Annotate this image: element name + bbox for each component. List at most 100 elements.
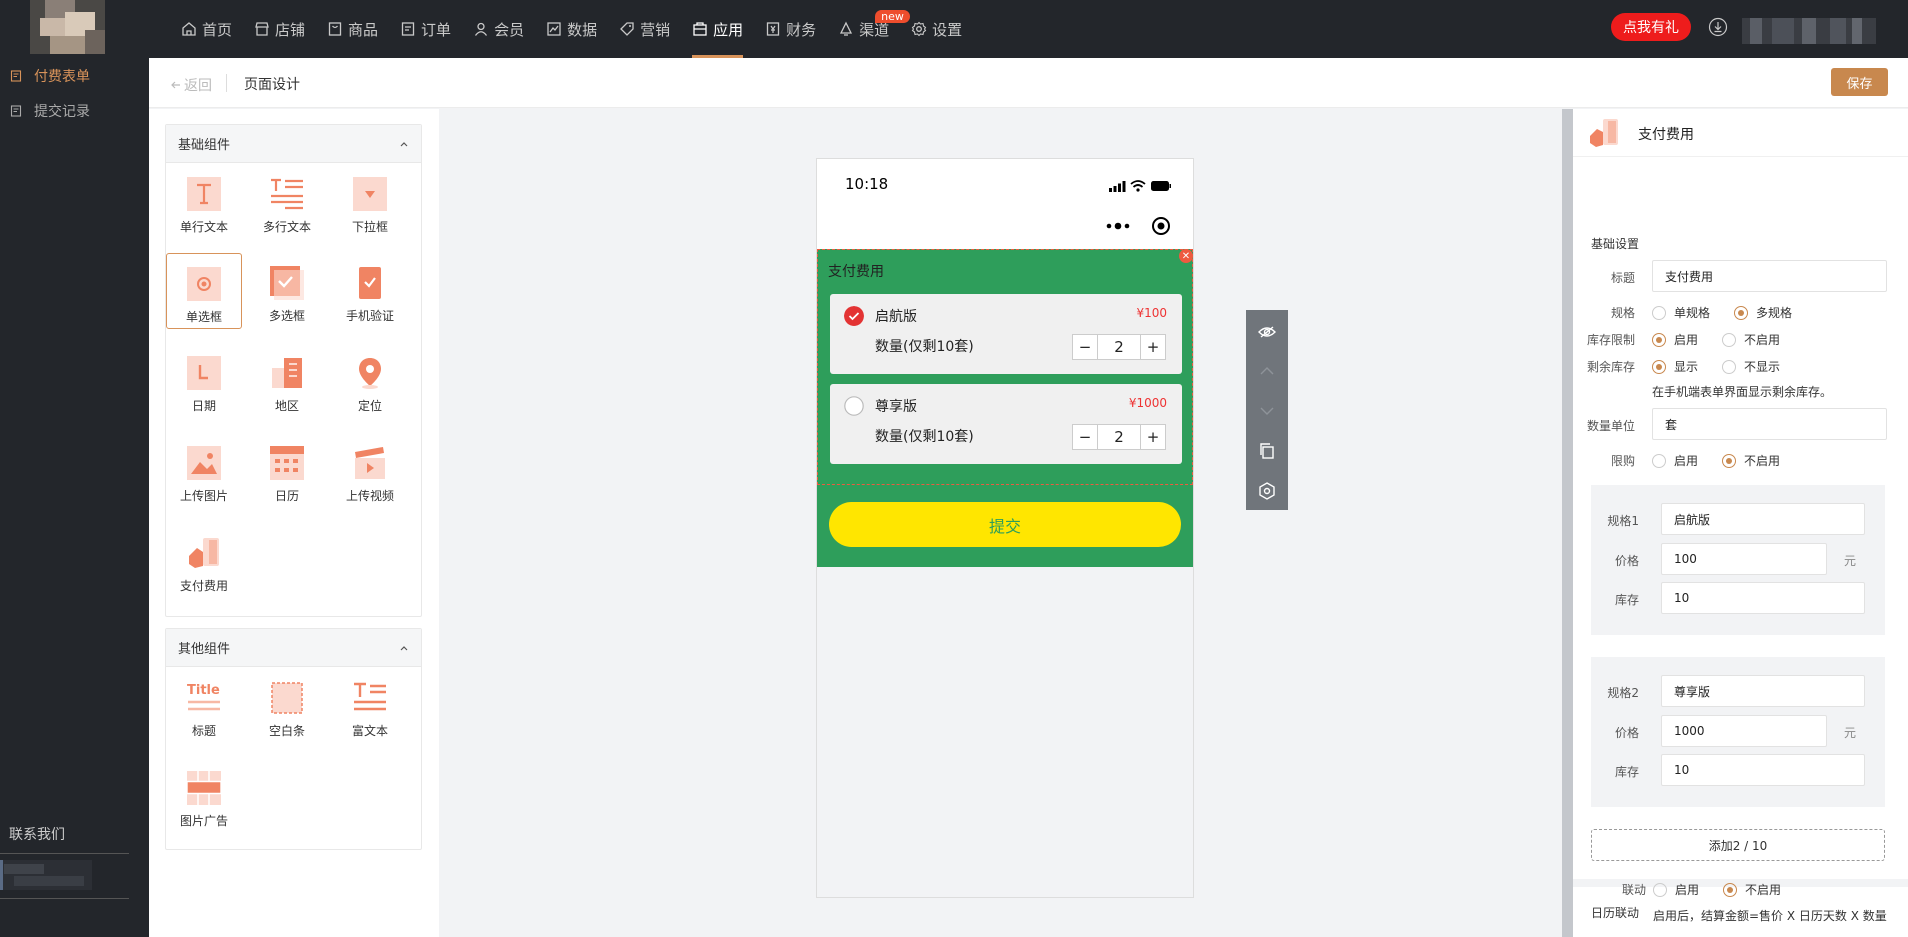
- plan-card[interactable]: 启航版 ¥100 数量(仅剩10套) − 2 +: [830, 294, 1182, 374]
- nav-data[interactable]: 数据: [535, 0, 608, 58]
- eye-icon[interactable]: [1257, 322, 1277, 342]
- stock-limit-off-radio[interactable]: 不启用: [1722, 331, 1780, 348]
- building-icon: [272, 358, 302, 388]
- link-off-radio[interactable]: 不启用: [1723, 881, 1781, 898]
- nav-app[interactable]: 应用: [681, 0, 754, 58]
- nav-home-label: 首页: [202, 20, 233, 39]
- comp-label: 单行文本: [179, 220, 228, 234]
- submit-button[interactable]: 提交: [829, 502, 1181, 547]
- spec-name-input[interactable]: 启航版: [1661, 503, 1865, 535]
- spec-name-input[interactable]: 尊享版: [1661, 675, 1865, 707]
- nav-settings[interactable]: 设置: [900, 0, 973, 58]
- unit-input[interactable]: 套: [1652, 408, 1887, 440]
- plus-button[interactable]: +: [1140, 424, 1166, 450]
- sidebar-item-paid-form[interactable]: 付费表单: [0, 58, 149, 93]
- comp-region[interactable]: 地区: [249, 343, 325, 419]
- plus-button[interactable]: +: [1140, 334, 1166, 360]
- comp-image-ad[interactable]: 图片广告: [166, 758, 242, 834]
- save-button[interactable]: 保存: [1831, 68, 1888, 96]
- quantity-value[interactable]: 2: [1098, 424, 1140, 450]
- back-button[interactable]: 返回: [170, 75, 212, 95]
- comp-calendar[interactable]: 日历: [249, 433, 325, 509]
- comp-label: 上传视频: [345, 489, 394, 503]
- store-icon: [255, 22, 269, 36]
- comp-label: 日期: [191, 399, 216, 413]
- properties-panel: 支付费用 基础设置 标题 支付费用 规格 单规格 多规格 库存限制 启用 不启用…: [1562, 109, 1908, 937]
- spec-multi-radio[interactable]: 多规格: [1734, 304, 1792, 321]
- properties-title: 支付费用: [1638, 127, 1694, 143]
- nav-goods-label: 商品: [348, 20, 379, 39]
- limit-off-radio[interactable]: 不启用: [1722, 452, 1780, 469]
- comp-date[interactable]: 日期: [166, 343, 242, 419]
- comp-phone-verify[interactable]: 手机验证: [332, 253, 408, 329]
- sidebar-item-submissions[interactable]: 提交记录: [0, 93, 149, 128]
- move-down-icon[interactable]: [1257, 401, 1277, 421]
- basic-components-header[interactable]: 基础组件: [166, 125, 421, 163]
- panel-scrollbar[interactable]: [1562, 109, 1573, 937]
- minus-button[interactable]: −: [1072, 424, 1098, 450]
- payment-block-selected[interactable]: 支付费用 ✕ 启航版 ¥100 数量(仅剩10套) − 2 + 尊享版 ¥100…: [817, 249, 1193, 485]
- comp-rich-text[interactable]: 富文本: [332, 668, 408, 744]
- radio-label: 多规格: [1756, 306, 1793, 320]
- copy-icon[interactable]: [1257, 441, 1277, 461]
- nav-store[interactable]: 店铺: [243, 0, 316, 58]
- other-components-header[interactable]: 其他组件: [166, 629, 421, 667]
- dropdown-icon: [353, 177, 387, 211]
- member-icon: [475, 22, 488, 36]
- link-note: 启用后，结算金额=售价 X 日历天数 X 数量: [1653, 909, 1887, 923]
- comp-radio[interactable]: 单选框: [166, 253, 242, 329]
- price-input[interactable]: 1000: [1661, 715, 1827, 747]
- comp-checkbox[interactable]: 多选框: [249, 253, 325, 329]
- nav-marketing[interactable]: 营销: [608, 0, 681, 58]
- comp-upload-image[interactable]: 上传图片: [166, 433, 242, 509]
- stock-limit-on-radio[interactable]: 启用: [1652, 331, 1698, 348]
- comp-title[interactable]: Title 标题: [166, 668, 242, 744]
- comp-single-text[interactable]: 单行文本: [166, 164, 242, 240]
- price-input[interactable]: 100: [1661, 543, 1827, 575]
- limit-on-radio[interactable]: 启用: [1652, 452, 1698, 469]
- minus-button[interactable]: −: [1072, 334, 1098, 360]
- multiline-text-icon: [271, 178, 303, 210]
- nav-finance[interactable]: 财务: [754, 0, 827, 58]
- comp-payment[interactable]: 支付费用: [166, 523, 242, 599]
- remaining-show-radio[interactable]: 显示: [1652, 358, 1698, 375]
- nav-goods[interactable]: 商品: [316, 0, 389, 58]
- payment-hand-icon: [189, 538, 219, 568]
- comp-upload-video[interactable]: 上传视频: [332, 433, 408, 509]
- download-icon[interactable]: [1708, 17, 1728, 37]
- plan-qty-label: 数量(仅剩10套): [875, 339, 974, 355]
- delete-block-icon[interactable]: ✕: [1179, 249, 1193, 263]
- comp-location[interactable]: 定位: [332, 343, 408, 419]
- spec-single-radio[interactable]: 单规格: [1652, 304, 1710, 321]
- quantity-value[interactable]: 2: [1098, 334, 1140, 360]
- nav-home[interactable]: 首页: [170, 0, 243, 58]
- block-toolbar: [1246, 310, 1288, 510]
- plan-card[interactable]: 尊享版 ¥1000 数量(仅剩10套) − 2 +: [830, 384, 1182, 464]
- chart-icon: [547, 22, 561, 36]
- nav-member[interactable]: 会员: [462, 0, 535, 58]
- price-label: 价格: [1614, 726, 1639, 740]
- remaining-hide-radio[interactable]: 不显示: [1722, 358, 1780, 375]
- gift-button[interactable]: 点我有礼: [1611, 13, 1691, 41]
- more-dots-icon[interactable]: [1105, 220, 1131, 232]
- add-spec-button[interactable]: 添加2 / 10: [1591, 829, 1885, 861]
- user-account-blurred[interactable]: [1742, 18, 1876, 44]
- shop-logo[interactable]: [30, 0, 105, 54]
- comp-dropdown[interactable]: 下拉框: [332, 164, 408, 240]
- title-input[interactable]: 支付费用: [1652, 260, 1887, 292]
- contact-us[interactable]: 联系我们: [9, 824, 65, 844]
- stock-input[interactable]: 10: [1661, 754, 1865, 786]
- nav-channel[interactable]: 渠道 new: [827, 0, 910, 58]
- close-target-icon[interactable]: [1151, 216, 1171, 236]
- limit-label: 限购: [1610, 454, 1635, 468]
- checked-circle-icon[interactable]: [844, 306, 864, 326]
- comp-multi-text[interactable]: 多行文本: [249, 164, 325, 240]
- comp-spacer[interactable]: 空白条: [249, 668, 325, 744]
- move-up-icon[interactable]: [1257, 361, 1277, 381]
- link-on-radio[interactable]: 启用: [1653, 881, 1699, 898]
- unchecked-circle-icon[interactable]: [844, 396, 864, 416]
- section-title: 基础组件: [178, 138, 231, 153]
- stock-input[interactable]: 10: [1661, 582, 1865, 614]
- settings-hex-icon[interactable]: [1257, 481, 1277, 501]
- nav-order[interactable]: 订单: [389, 0, 462, 58]
